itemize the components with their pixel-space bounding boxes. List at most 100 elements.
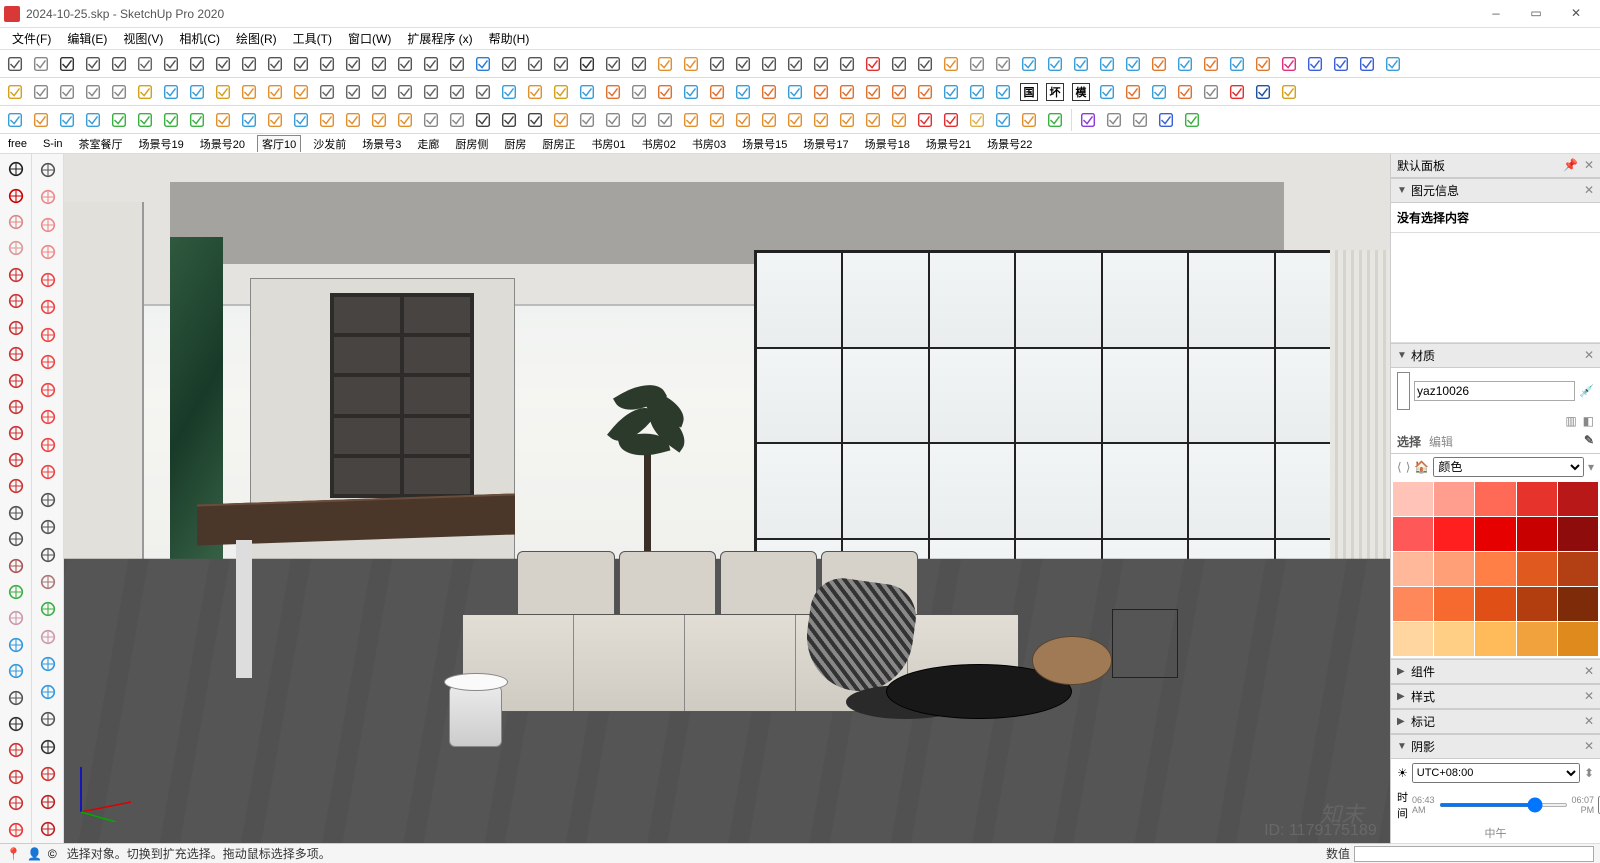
color-swatch[interactable] — [1434, 482, 1474, 516]
line-tool-icon[interactable] — [3, 183, 29, 207]
dimension-icon[interactable] — [35, 487, 61, 512]
panel-components-close[interactable]: ✕ — [1584, 664, 1594, 679]
select-icon[interactable] — [3, 157, 29, 181]
clean-icon[interactable] — [913, 52, 937, 76]
sandbox2-icon[interactable] — [471, 52, 495, 76]
face-style3-icon[interactable] — [211, 80, 235, 104]
frame5-icon[interactable] — [1251, 52, 1275, 76]
color-swatch[interactable] — [1517, 587, 1557, 621]
perspective-icon[interactable] — [133, 80, 157, 104]
diamond2-icon[interactable] — [35, 817, 61, 842]
cloud5-icon[interactable] — [1121, 52, 1145, 76]
tape-tool-icon[interactable] — [3, 500, 29, 524]
ring2-icon[interactable] — [1128, 108, 1152, 132]
default-panel-header[interactable]: 默认面板 📌 ✕ — [1391, 154, 1600, 178]
credit-icon[interactable]: © — [48, 847, 57, 861]
look-icon[interactable] — [35, 597, 61, 622]
zoom-win-icon[interactable] — [35, 652, 61, 677]
oic-2[interactable] — [341, 108, 365, 132]
close-button[interactable]: ✕ — [1556, 0, 1596, 28]
follow-icon[interactable] — [549, 52, 573, 76]
frame2-icon[interactable] — [1173, 52, 1197, 76]
sq4-icon[interactable] — [731, 80, 755, 104]
scene-tab[interactable]: 场景号15 — [738, 136, 791, 152]
camera-icon[interactable] — [3, 108, 27, 132]
scene-tab[interactable]: 茶室餐厅 — [75, 136, 127, 152]
pan-icon[interactable] — [3, 606, 29, 630]
nav-back-icon[interactable]: ⟨ — [1397, 460, 1402, 474]
face-style1-icon[interactable] — [159, 80, 183, 104]
pencil2-icon[interactable] — [35, 184, 61, 209]
frame3-icon[interactable] — [1199, 52, 1223, 76]
anim2-icon[interactable] — [679, 52, 703, 76]
diamond-icon[interactable] — [1251, 80, 1275, 104]
panel2-icon[interactable] — [835, 80, 859, 104]
outline1-icon[interactable] — [1095, 80, 1119, 104]
walk-icon[interactable] — [3, 712, 29, 736]
scene-tab[interactable]: 场景号19 — [135, 136, 188, 152]
offset-tool-icon[interactable] — [3, 474, 29, 498]
help-icon[interactable] — [1355, 52, 1379, 76]
3dtext-icon[interactable] — [35, 542, 61, 567]
steps-icon[interactable] — [107, 52, 131, 76]
panel-shadows-close[interactable]: ✕ — [1584, 739, 1594, 754]
paste-icon[interactable] — [289, 80, 313, 104]
scene-tab[interactable]: 厨房 — [500, 136, 530, 152]
color-swatch[interactable] — [1434, 517, 1474, 551]
panel-materials-close[interactable]: ✕ — [1584, 348, 1594, 363]
cut-icon[interactable] — [419, 52, 443, 76]
person-icon[interactable]: 👤 — [27, 847, 42, 861]
oic-5[interactable] — [419, 108, 443, 132]
dark3-icon[interactable] — [523, 108, 547, 132]
intersect-icon[interactable] — [35, 432, 61, 457]
dash-line-icon[interactable] — [627, 80, 651, 104]
gbox2-icon[interactable] — [133, 108, 157, 132]
anim-icon[interactable] — [653, 52, 677, 76]
ggear-icon[interactable] — [211, 108, 235, 132]
dynamic-comp-icon[interactable] — [3, 52, 27, 76]
scene-tab[interactable]: 场景号17 — [799, 136, 852, 152]
menu-绘图[interactable]: 绘图(R) — [228, 30, 285, 47]
menu-视图[interactable]: 视图(V) — [115, 30, 171, 47]
zoom-icon[interactable] — [3, 633, 29, 657]
scene-tab[interactable]: 场景号21 — [922, 136, 975, 152]
color-swatch[interactable] — [1475, 552, 1515, 586]
gear1-icon[interactable] — [965, 52, 989, 76]
crop3-icon[interactable] — [991, 80, 1015, 104]
current-material-swatch[interactable] — [1397, 372, 1410, 410]
maximize-button[interactable]: ▭ — [1516, 0, 1556, 28]
iso-icon[interactable] — [3, 80, 27, 104]
color-swatch[interactable] — [1558, 622, 1598, 656]
scale-tool-icon[interactable] — [3, 448, 29, 472]
menu-窗口[interactable]: 窗口(W) — [340, 30, 399, 47]
menu-编辑[interactable]: 编辑(E) — [59, 30, 115, 47]
gbox3-icon[interactable] — [159, 108, 183, 132]
house5-icon[interactable] — [419, 80, 443, 104]
menu-工具[interactable]: 工具(T) — [285, 30, 340, 47]
sq1-icon[interactable] — [653, 80, 677, 104]
purple1-icon[interactable] — [1076, 108, 1100, 132]
axes-tool-icon[interactable] — [3, 765, 29, 789]
outline5-icon[interactable] — [1199, 80, 1223, 104]
color-swatch[interactable] — [1434, 552, 1474, 586]
outline4-icon[interactable] — [1173, 80, 1197, 104]
panel-gear-icon[interactable] — [289, 108, 313, 132]
spiral-icon[interactable] — [263, 52, 287, 76]
followme-icon[interactable] — [3, 421, 29, 445]
ow4[interactable] — [757, 108, 781, 132]
cloud2-icon[interactable] — [1043, 52, 1067, 76]
sel-cursor-icon[interactable] — [887, 108, 911, 132]
scale2-icon[interactable] — [35, 404, 61, 429]
panel4-icon[interactable] — [887, 80, 911, 104]
panel-icon[interactable] — [835, 52, 859, 76]
menu-文件[interactable]: 文件(F) — [4, 30, 59, 47]
gstack-icon[interactable] — [185, 108, 209, 132]
scene-tab[interactable]: 书房02 — [638, 136, 680, 152]
color-swatch[interactable] — [1393, 552, 1433, 586]
back-icon[interactable] — [107, 80, 131, 104]
eyedropper-icon[interactable]: 💉 — [1579, 384, 1594, 398]
red-panel-icon[interactable] — [3, 818, 29, 842]
color-swatch[interactable] — [1558, 552, 1598, 586]
shield2-icon[interactable] — [549, 108, 573, 132]
ring1-icon[interactable] — [1102, 108, 1126, 132]
